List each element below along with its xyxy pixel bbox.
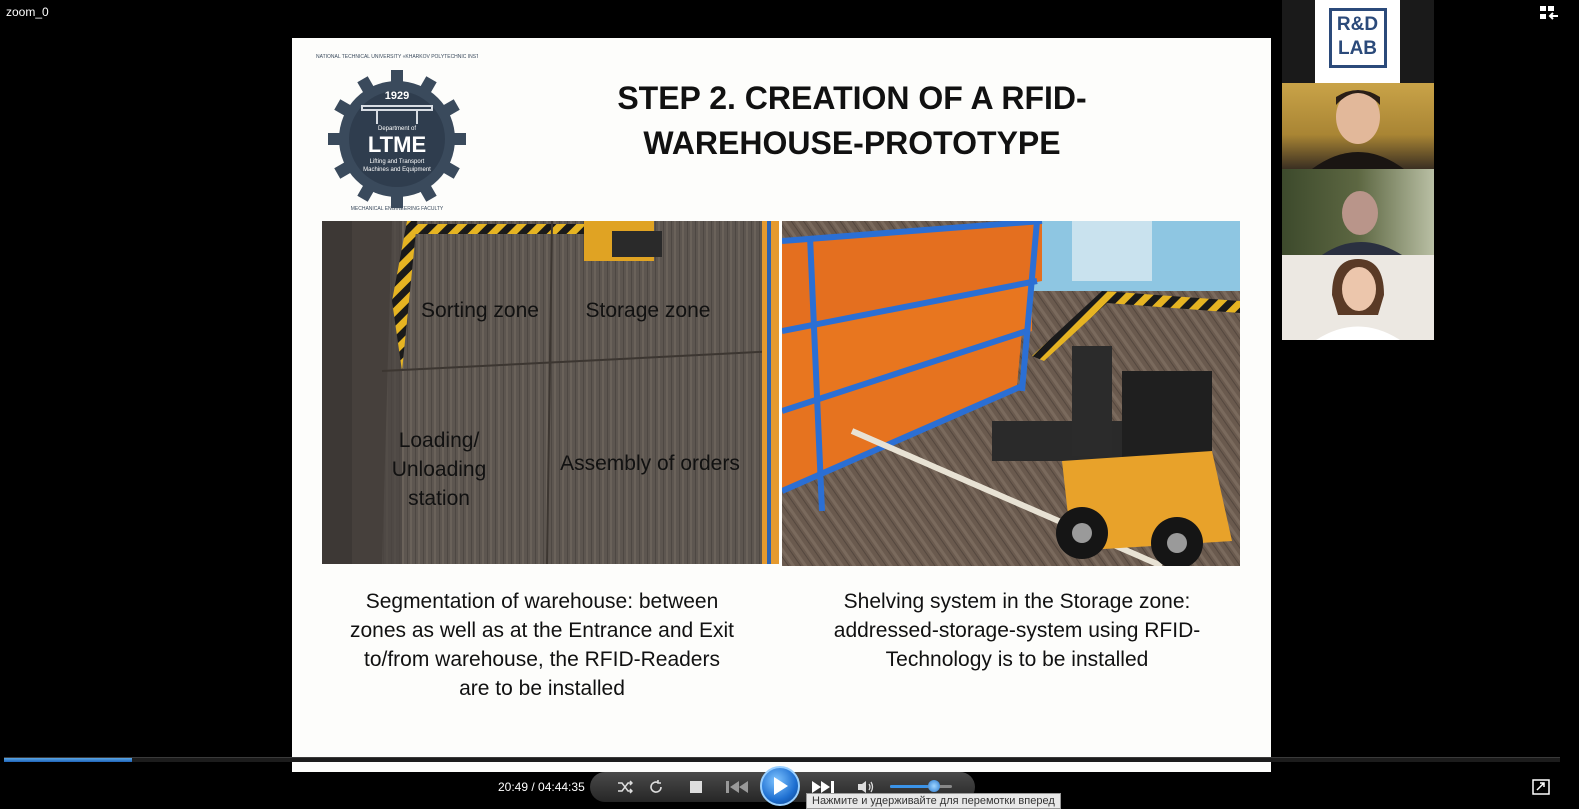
caption-left-line-2: zones as well as at the Entrance and Exi… (349, 619, 735, 642)
repeat-icon[interactable] (643, 776, 669, 798)
logo-ring-bottom: MECHANICAL ENGINEERING FACULTY (350, 206, 444, 212)
participant-tile-2[interactable] (1282, 169, 1434, 255)
logo-name: LTME (367, 132, 427, 157)
participant-2-video (1322, 191, 1402, 255)
caption-right-line-1: Shelving system in the Storage zone: (843, 590, 1191, 613)
caption-right-line-3: Technology is to be installed (885, 648, 1149, 671)
participant-1-video (1312, 90, 1404, 169)
slide-title-line-1: STEP 2. CREATION OF A RFID- (617, 80, 1087, 116)
rd-lab-logo-top-text: R&D (1336, 14, 1379, 35)
logo-subtitle-2: Machines and Equipment (363, 167, 431, 173)
participant-3-video (1316, 259, 1400, 340)
logo-ring-top: NATIONAL TECHNICAL UNIVERSITY «KHARKOV P… (316, 54, 478, 60)
seek-bar-progress (4, 758, 132, 762)
caption-left-line-1: Segmentation of warehouse: between (365, 590, 719, 613)
shelving-forklift-photo (782, 221, 1240, 566)
zone-label-loading: Loading/ Unloading station (374, 426, 504, 513)
stop-icon[interactable] (683, 776, 709, 798)
zone-label-loading-line-3: station (408, 487, 470, 510)
fullscreen-icon[interactable] (1532, 779, 1550, 795)
shuffle-icon[interactable] (612, 776, 638, 798)
seek-bar[interactable] (4, 757, 1560, 762)
previous-icon[interactable] (720, 776, 754, 798)
logo-subtitle-1: Lifting and Transport (369, 159, 425, 165)
zone-label-sorting: Sorting zone (421, 299, 539, 322)
caption-right: Shelving system in the Storage zone: add… (812, 587, 1222, 674)
volume-slider-thumb[interactable] (928, 780, 940, 792)
tooltip: Нажмите и удерживайте для перемотки впер… (806, 793, 1061, 809)
participant-tile-rd-lab[interactable]: R&D LAB (1282, 0, 1434, 83)
time-readout: 20:49 / 04:44:35 (498, 780, 585, 794)
presentation-slide: 1929 Department of LTME Lifting and Tran… (292, 38, 1271, 772)
volume-slider[interactable] (890, 785, 952, 788)
participant-tile-1[interactable] (1282, 83, 1434, 169)
warehouse-floor-photo: Sorting zone Storage zone Loading/ Unloa… (322, 221, 779, 564)
zone-label-storage: Storage zone (585, 299, 711, 322)
view-toggle-icon[interactable] (1538, 4, 1560, 22)
slide-title-line-2: WAREHOUSE-PROTOTYPE (643, 125, 1061, 161)
caption-left: Segmentation of warehouse: between zones… (332, 587, 752, 703)
play-icon (774, 777, 788, 795)
caption-left-line-4: are to be installed (459, 677, 625, 700)
caption-left-line-3: to/from warehouse, the RFID-Readers (364, 648, 720, 671)
volume-level (890, 785, 929, 788)
participant-tile-3[interactable] (1282, 255, 1434, 340)
rd-lab-logo-bottom-text: LAB (1337, 38, 1378, 59)
window-title: zoom_0 (6, 5, 49, 19)
zone-label-loading-line-1: Loading/ (398, 429, 480, 452)
caption-right-line-2: addressed-storage-system using RFID- (833, 619, 1201, 642)
rd-lab-logo: R&D LAB (1315, 0, 1400, 83)
play-button[interactable] (760, 766, 800, 806)
media-player-window: zoom_0 1929 Department of LTME Lifting a… (0, 0, 1579, 809)
logo-year: 1929 (384, 90, 410, 102)
zone-label-assembly: Assembly of orders (560, 452, 740, 475)
slide-title: STEP 2. CREATION OF A RFID- WAREHOUSE-PR… (592, 76, 1112, 166)
ltme-logo: 1929 Department of LTME Lifting and Tran… (316, 54, 478, 214)
zone-label-loading-line-2: Unloading (391, 458, 487, 481)
